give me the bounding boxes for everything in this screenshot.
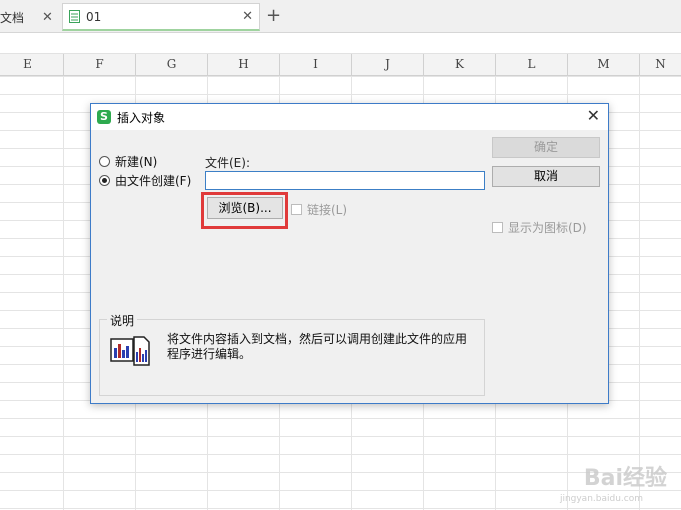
radio-unchecked-icon[interactable]	[99, 156, 110, 167]
link-checkbox[interactable]: 链接(L)	[291, 201, 347, 218]
insert-file-icon	[110, 336, 150, 366]
tab-01[interactable]: 01 ✕	[62, 3, 260, 31]
column-header-j[interactable]: J	[352, 54, 424, 75]
display-as-icon-label: 显示为图标(D)	[508, 221, 587, 235]
column-header-h[interactable]: H	[208, 54, 280, 75]
tab-label: 文档	[0, 10, 25, 25]
tab-bar: 文档 ✕ 01 ✕ +	[0, 0, 681, 33]
description-text: 将文件内容插入到文档，然后可以调用创建此文件的应用程序进行编辑。	[167, 332, 468, 361]
radio-create-new[interactable]: 新建(N)	[99, 153, 157, 170]
formula-bar	[0, 33, 681, 54]
column-header-m[interactable]: M	[568, 54, 640, 75]
dialog-titlebar[interactable]: S 插入对象 ✕	[91, 104, 608, 130]
close-icon[interactable]: ✕	[242, 9, 253, 24]
column-headers: E F G H I J K L M N	[0, 54, 681, 76]
radio-create-new-label: 新建(N)	[115, 155, 158, 169]
dialog-title: 插入对象	[117, 111, 166, 125]
description-title: 说明	[107, 312, 138, 329]
checkbox-icon[interactable]	[291, 204, 302, 215]
ok-button[interactable]: 确定	[492, 137, 600, 158]
radio-checked-icon[interactable]	[99, 175, 110, 186]
grid-line	[63, 76, 64, 510]
spreadsheet-file-icon	[69, 10, 80, 23]
watermark-brand: Bai经验	[583, 466, 667, 491]
watermark-url: jingyan.baidu.com	[559, 494, 643, 504]
close-icon[interactable]: ✕	[587, 106, 600, 125]
close-icon[interactable]: ✕	[42, 10, 53, 25]
column-header-n[interactable]: N	[640, 54, 681, 75]
radio-from-file-label: 由文件创建(F)	[115, 174, 192, 188]
column-header-f[interactable]: F	[64, 54, 136, 75]
new-tab-icon[interactable]: +	[266, 5, 281, 26]
column-header-g[interactable]: G	[136, 54, 208, 75]
display-as-icon-checkbox[interactable]: 显示为图标(D)	[492, 219, 587, 236]
link-checkbox-label: 链接(L)	[307, 203, 348, 217]
radio-create-from-file[interactable]: 由文件创建(F)	[99, 172, 191, 189]
insert-object-dialog: S 插入对象 ✕ 新建(N) 由文件创建(F) 文件(E): 浏览(B)... …	[90, 103, 609, 404]
checkbox-icon[interactable]	[492, 222, 503, 233]
wps-spreadsheet-icon: S	[97, 110, 111, 124]
grid-line	[639, 76, 640, 510]
column-header-l[interactable]: L	[496, 54, 568, 75]
cancel-button[interactable]: 取消	[492, 166, 600, 187]
column-header-k[interactable]: K	[424, 54, 496, 75]
browse-button[interactable]: 浏览(B)...	[207, 197, 283, 219]
tab-label: 01	[86, 9, 102, 24]
column-header-e[interactable]: E	[0, 54, 64, 75]
file-path-input[interactable]	[205, 171, 485, 190]
tab-document[interactable]: 文档 ✕	[0, 3, 60, 31]
column-header-i[interactable]: I	[280, 54, 352, 75]
file-field-label: 文件(E):	[205, 156, 250, 170]
